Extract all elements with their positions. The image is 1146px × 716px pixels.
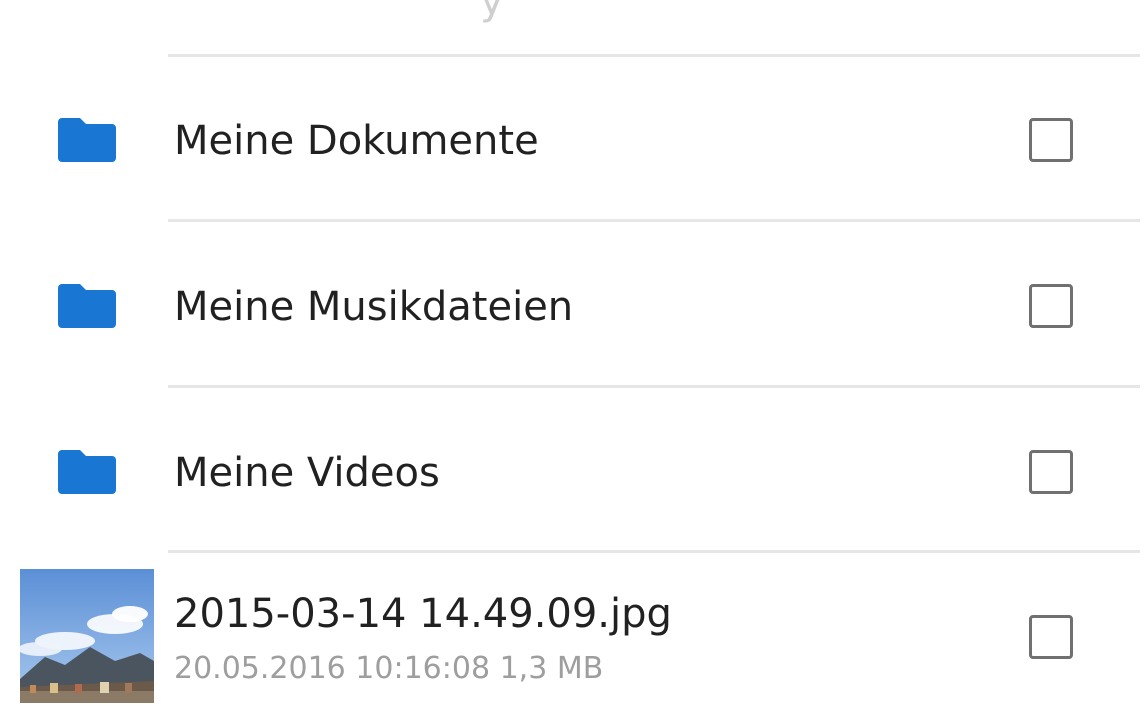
divider [168,219,1140,222]
folder-icon [58,450,116,494]
list-item-image-file[interactable]: 2015-03-14 14.49.09.jpg 20.05.2016 10:16… [0,555,1146,716]
item-name: Meine Dokumente [174,118,539,164]
folder-icon [58,118,116,162]
previous-item-fragment: y [480,0,504,24]
list-item-previous[interactable]: y [0,0,1146,56]
list-item-meine-musikdateien[interactable]: Meine Musikdateien [0,224,1146,386]
item-name: Meine Musikdateien [174,284,574,330]
select-checkbox[interactable] [1029,284,1073,328]
select-checkbox[interactable] [1029,450,1073,494]
select-checkbox[interactable] [1029,615,1073,659]
divider [168,54,1140,57]
item-name: Meine Videos [174,450,440,496]
item-meta: 20.05.2016 10:16:08 1,3 MB [174,651,604,686]
folder-icon [58,284,116,328]
divider [168,550,1140,553]
select-checkbox[interactable] [1029,118,1073,162]
list-item-meine-videos[interactable]: Meine Videos [0,390,1146,552]
image-thumbnail [20,569,154,703]
file-list: y Meine Dokumente Meine Musikdateien Mei… [0,0,1146,716]
divider [168,385,1140,388]
list-item-meine-dokumente[interactable]: Meine Dokumente [0,58,1146,220]
item-name: 2015-03-14 14.49.09.jpg [174,591,672,637]
